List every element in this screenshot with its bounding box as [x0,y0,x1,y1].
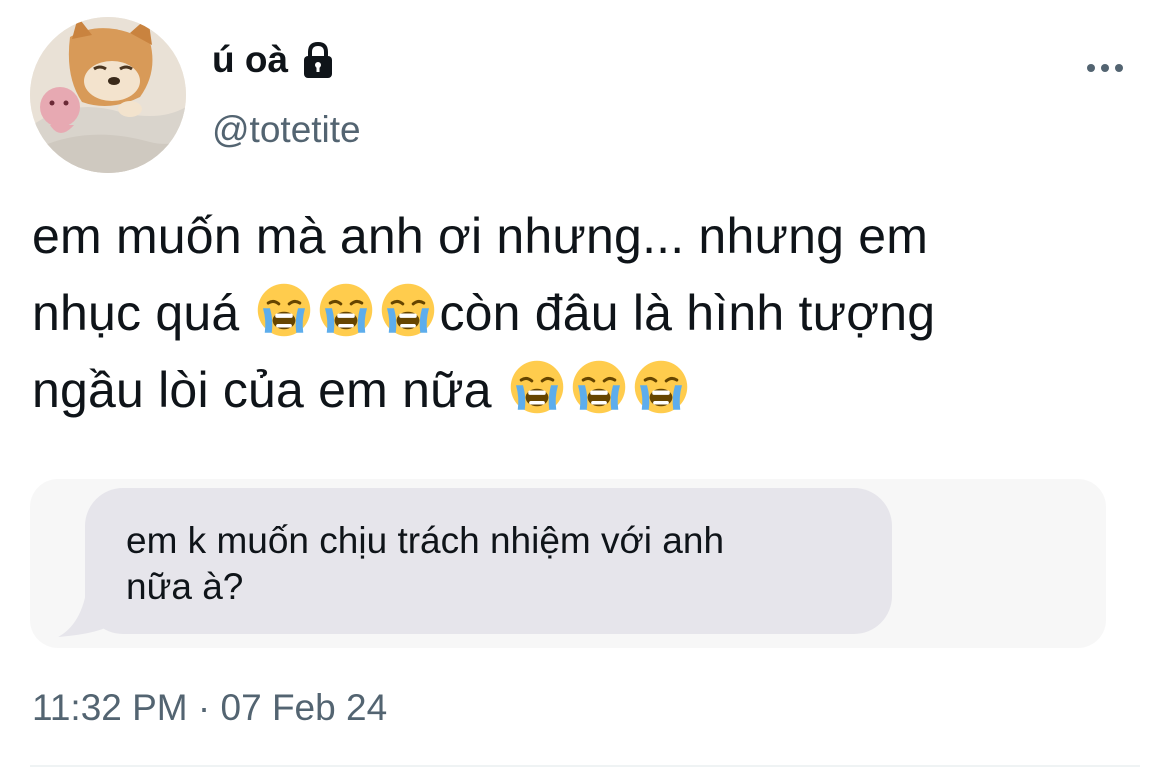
loudly-crying-face-emoji [318,282,374,338]
message-bubble: em k muốn chịu trách nhiệm với anh nữa à… [85,488,892,634]
loudly-crying-face-emoji [256,282,312,338]
message-text: em k muốn chịu trách nhiệm với anh nữa à… [126,520,725,607]
tweet-line-1: em muốn mà anh ơi nhưng... nhưng em [32,208,929,264]
loudly-crying-face-emoji [380,282,436,338]
tweet-line-2-end: còn đâu là hình tượng [439,285,936,341]
loudly-crying-face-emoji [509,359,565,415]
tweet-line-2-start: nhục quá [32,285,254,341]
tweet-timestamp[interactable]: 11:32 PM · 07 Feb 24 [32,686,387,730]
display-name-text: ú oà [212,39,289,80]
user-handle[interactable]: @totetite [212,108,361,152]
more-options-icon [1087,64,1123,72]
display-name[interactable]: ú oà [212,38,338,82]
avatar[interactable] [30,17,186,173]
more-options-button[interactable] [1082,52,1128,84]
attached-message-screenshot[interactable]: em k muốn chịu trách nhiệm với anh nữa à… [30,479,1106,648]
lock-icon [298,40,338,80]
tweet-time: 11:32 PM [32,687,188,728]
timestamp-separator: · [197,687,211,728]
loudly-crying-face-emoji [571,359,627,415]
tweet-line-3: ngầu lòi của em nữa [32,362,506,418]
tweet-text: em muốn mà anh ơi nhưng... nhưng em nhục… [32,198,1142,429]
loudly-crying-face-emoji [633,359,689,415]
tweet-date: 07 Feb 24 [220,687,388,728]
